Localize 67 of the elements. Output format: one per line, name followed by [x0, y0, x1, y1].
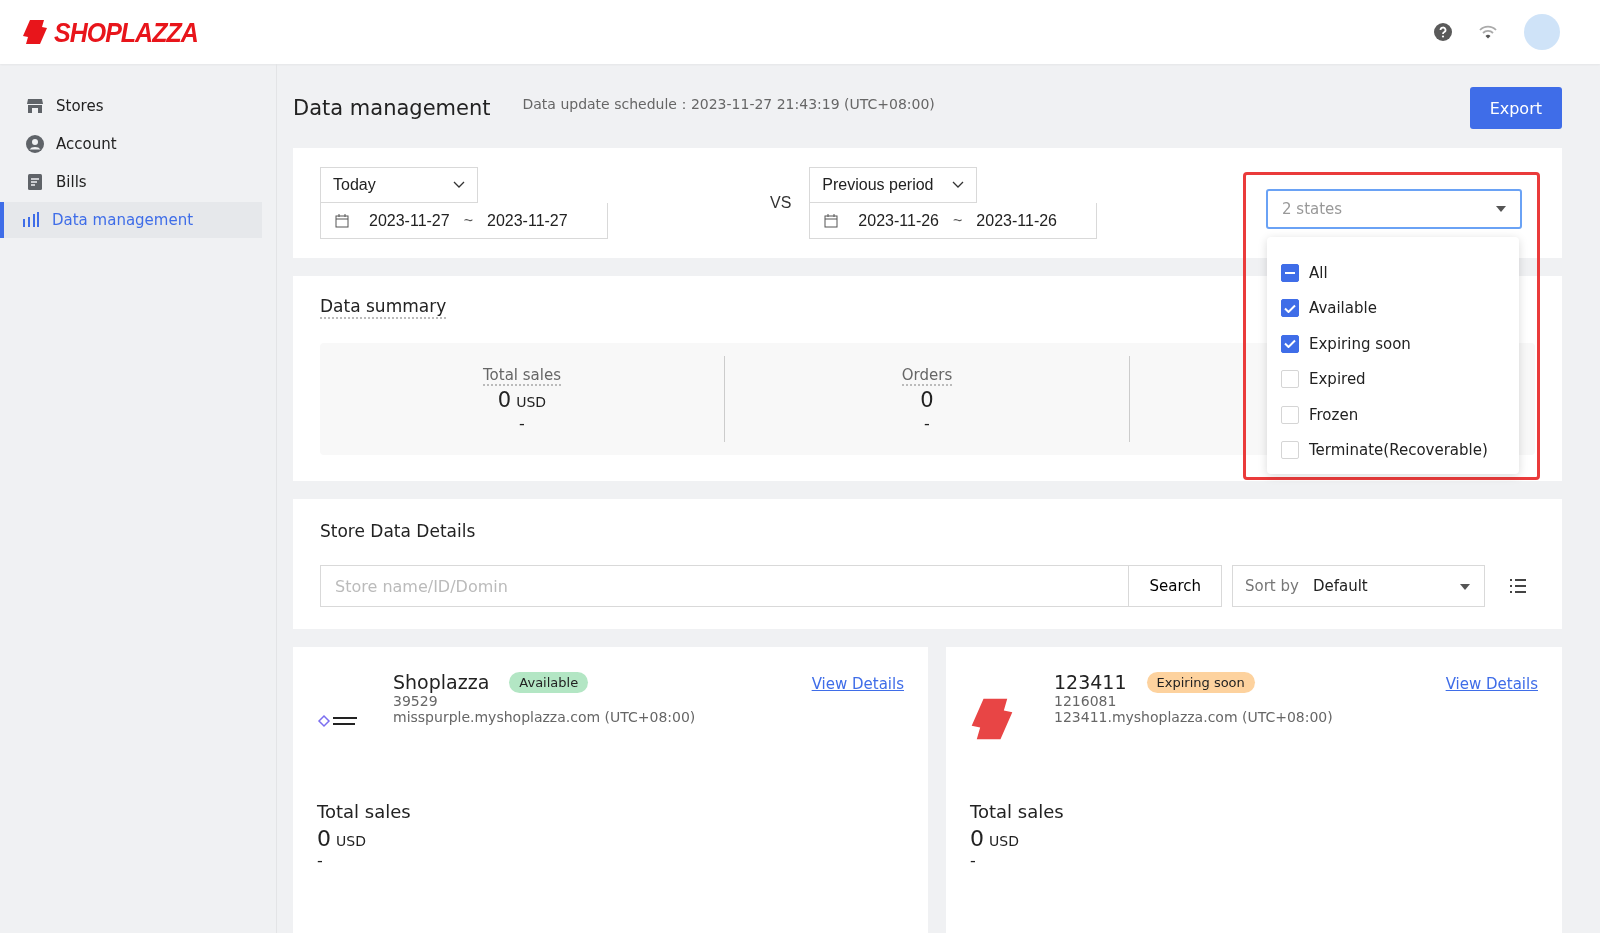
metric-value: 0 — [920, 387, 934, 412]
menu-option[interactable]: Expiring soon — [1267, 326, 1519, 362]
metric-value: 0 USD — [317, 826, 367, 851]
metric-label: Total sales — [317, 801, 412, 822]
menu-option[interactable]: Available — [1267, 290, 1519, 326]
update-schedule: Data update schedule：2023-11-27 21:43:19 (UTC+08:00) — [522, 96, 936, 114]
store-name: Shoplazza — [393, 671, 490, 693]
metric-label: Orders — [901, 365, 953, 386]
date-range-field[interactable]: 2023-11-27 ~ 2023-11-27 — [320, 203, 608, 239]
metric-label: Total sales — [483, 365, 561, 386]
chevron-down-icon — [453, 181, 465, 189]
store-icon — [26, 97, 44, 115]
sort-select[interactable]: Sort by Default — [1232, 565, 1485, 607]
view-details-link[interactable]: View Details — [811, 675, 904, 693]
brand-name: SHOPLAZZA — [54, 16, 198, 48]
page-title: Data management — [293, 96, 491, 120]
section-title: Store Data Details — [320, 521, 477, 541]
status-tag: Expiring soon — [1146, 671, 1255, 693]
metric-change: - — [317, 851, 324, 870]
menu-option[interactable]: Expired — [1267, 361, 1519, 397]
minus-icon — [1285, 271, 1295, 274]
check-icon — [1284, 303, 1296, 313]
menu-option[interactable]: Terminate(Recoverable) — [1267, 432, 1519, 468]
caret-down-icon — [1460, 584, 1470, 590]
period-select[interactable]: Today — [320, 167, 478, 203]
store-domain: 123411.myshoplazza.com (UTC+08:00) — [1054, 709, 1334, 725]
search-field[interactable]: Store name/ID/Domin — [320, 565, 1130, 607]
menu-option[interactable]: Frozen — [1267, 397, 1519, 433]
store-name: 123411 — [1054, 671, 1127, 693]
bar-chart-icon — [22, 211, 40, 229]
checkbox[interactable] — [1281, 263, 1299, 282]
calendar-icon — [335, 213, 349, 228]
store-domain: misspurple.myshoplazza.com (UTC+08:00) — [393, 709, 697, 725]
bill-icon — [26, 173, 44, 191]
calendar-icon — [824, 213, 839, 228]
metric-change: - — [519, 413, 525, 433]
view-details-link[interactable]: View Details — [1445, 675, 1538, 693]
check-icon — [1284, 339, 1296, 349]
wifi-icon[interactable] — [1478, 24, 1498, 40]
status-tag: Available — [509, 671, 589, 693]
sidebar-item[interactable]: Bills — [0, 164, 262, 200]
metric-label: Total sales — [970, 801, 1065, 822]
search-button[interactable]: Search — [1129, 565, 1222, 607]
store-id: 1216081 — [1054, 693, 1118, 709]
checkbox[interactable] — [1281, 334, 1299, 353]
logo-icon — [22, 19, 48, 45]
vs-label: VS — [770, 194, 792, 212]
menu-option[interactable]: All — [1267, 255, 1519, 291]
store-logo-icon — [970, 697, 1014, 741]
help-icon[interactable] — [1434, 23, 1452, 41]
chevron-down-icon — [952, 181, 965, 189]
sidebar-item[interactable]: Data management — [0, 202, 262, 238]
metric-value: 0 USD — [497, 387, 547, 412]
compare-select[interactable]: Previous period — [809, 167, 978, 203]
metric-change: - — [970, 851, 977, 870]
store-id: 39529 — [393, 693, 439, 709]
sidebar-item[interactable]: Stores — [0, 88, 262, 124]
metric-change: - — [924, 413, 930, 433]
checkbox[interactable] — [1281, 299, 1299, 318]
section-title: Data summary — [320, 296, 447, 319]
caret-down-icon — [1496, 206, 1506, 212]
metric-value: 0 USD — [970, 826, 1020, 851]
sidebar-item[interactable]: Account — [0, 126, 262, 162]
account-icon — [26, 135, 44, 153]
date-range-field[interactable]: 2023-11-26 ~ 2023-11-26 — [809, 203, 1098, 239]
list-view-icon[interactable] — [1509, 578, 1527, 594]
export-button[interactable]: Export — [1469, 87, 1562, 129]
